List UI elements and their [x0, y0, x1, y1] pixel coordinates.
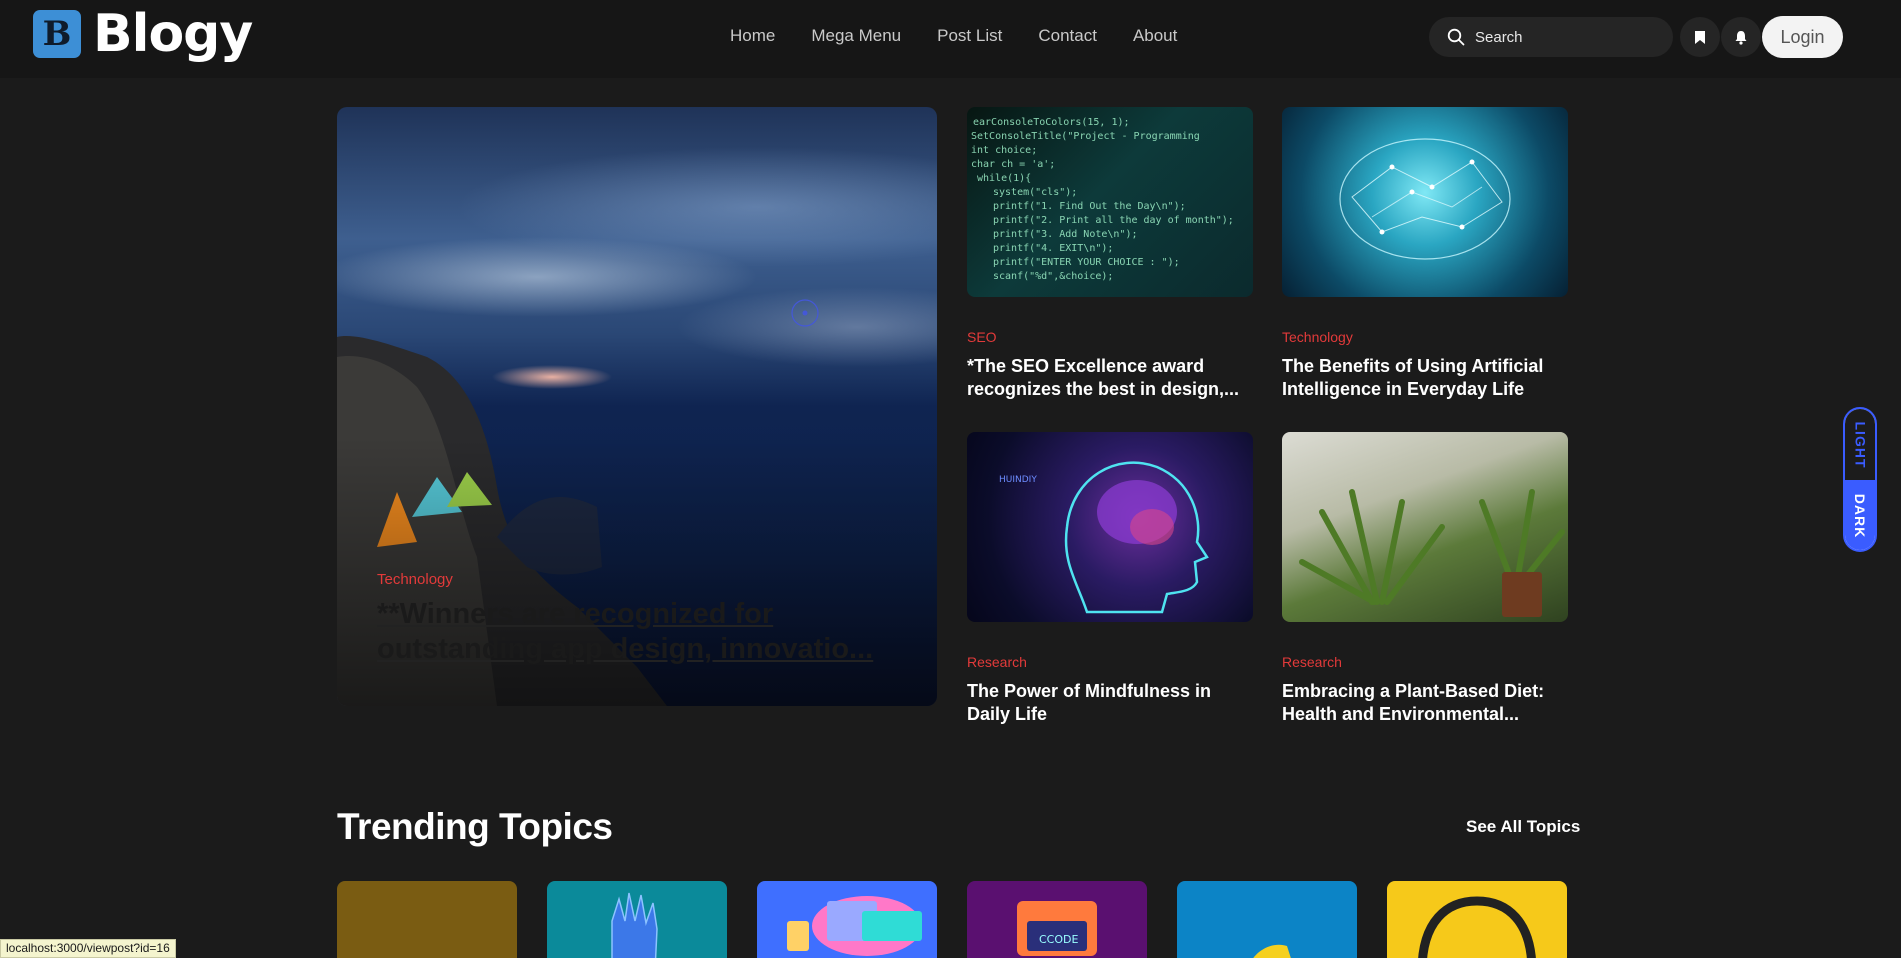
topic-image-lemon	[1177, 881, 1357, 958]
browser-status-url: localhost:3000/viewpost?id=16	[0, 939, 176, 958]
search-icon	[1447, 28, 1465, 46]
post-title[interactable]: *The SEO Excellence award recognizes the…	[967, 355, 1253, 401]
main-nav: Home Mega Menu Post List Contact About	[730, 26, 1177, 46]
topic-card[interactable]	[1387, 881, 1567, 958]
topic-image-code: CCODE	[967, 881, 1147, 958]
topic-image	[337, 881, 517, 958]
topic-image-headphones	[1387, 881, 1567, 958]
post-card[interactable]: earConsoleToColors(15, 1); SetConsoleTit…	[967, 107, 1253, 401]
svg-text:while(1){: while(1){	[977, 173, 1031, 184]
svg-text:earConsoleToColors(15, 1);: earConsoleToColors(15, 1);	[973, 117, 1130, 128]
topic-card[interactable]: CCODE	[967, 881, 1147, 958]
bookmark-button[interactable]	[1680, 17, 1720, 57]
nav-item-about[interactable]: About	[1133, 26, 1177, 46]
post-card[interactable]: Research Embracing a Plant-Based Diet: H…	[1282, 432, 1568, 726]
topic-image-hand	[547, 881, 727, 958]
post-card[interactable]: Technology The Benefits of Using Artific…	[1282, 107, 1568, 401]
post-category[interactable]: Technology	[1282, 329, 1568, 345]
nav-item-mega-menu[interactable]: Mega Menu	[811, 26, 901, 46]
hero-title-link[interactable]: **Winners are recognized for outstanding…	[377, 597, 897, 667]
theme-toggle[interactable]: LIGHT DARK	[1843, 407, 1877, 552]
logo-badge-icon: B	[33, 10, 81, 58]
login-button[interactable]: Login	[1762, 16, 1843, 58]
topic-card[interactable]	[337, 881, 517, 958]
svg-text:scanf("%d",&choice);: scanf("%d",&choice);	[993, 271, 1113, 282]
head-image-graphic: HUINDIY	[999, 461, 1209, 614]
post-category[interactable]: Research	[1282, 654, 1568, 670]
post-title[interactable]: The Benefits of Using Artificial Intelli…	[1282, 355, 1568, 401]
code-image-graphic: earConsoleToColors(15, 1); SetConsoleTit…	[971, 117, 1234, 282]
light-label: LIGHT	[1852, 421, 1868, 468]
post-category[interactable]: SEO	[967, 329, 1253, 345]
topic-card[interactable]	[1177, 881, 1357, 958]
see-all-topics-link[interactable]: See All Topics	[1466, 817, 1580, 837]
post-image-head[interactable]: HUINDIY	[967, 432, 1253, 622]
site-header: B Blogy Home Mega Menu Post List Contact…	[0, 0, 1901, 78]
topic-image-illustration	[757, 881, 937, 958]
hero-category[interactable]: Technology	[377, 571, 453, 588]
post-card[interactable]: HUINDIY Research The Power of Mindfulnes…	[967, 432, 1253, 726]
topic-card[interactable]	[547, 881, 727, 958]
search-box	[1429, 17, 1673, 57]
brand-name: Blogy	[93, 4, 253, 64]
post-category[interactable]: Research	[967, 654, 1253, 670]
svg-text:printf("4. EXIT\n");: printf("4. EXIT\n");	[993, 243, 1113, 254]
svg-text:char ch = 'a';: char ch = 'a';	[971, 159, 1055, 170]
nav-item-contact[interactable]: Contact	[1038, 26, 1097, 46]
notification-button[interactable]	[1721, 17, 1761, 57]
nav-item-post-list[interactable]: Post List	[937, 26, 1002, 46]
svg-text:printf("3. Add Note\n");: printf("3. Add Note\n");	[993, 229, 1138, 240]
svg-text:CCODE: CCODE	[1039, 933, 1078, 946]
post-image-brain[interactable]	[1282, 107, 1568, 297]
plant-image-graphic	[1299, 489, 1565, 617]
post-title[interactable]: Embracing a Plant-Based Diet: Health and…	[1282, 680, 1568, 726]
svg-text:int choice;: int choice;	[971, 145, 1037, 156]
logo-letter: B	[42, 14, 72, 54]
dark-mode-option[interactable]: DARK	[1845, 480, 1875, 550]
light-mode-option[interactable]: LIGHT	[1845, 409, 1875, 480]
svg-text:printf("ENTER YOUR CHOICE : "): printf("ENTER YOUR CHOICE : ");	[993, 257, 1180, 268]
search-input[interactable]	[1475, 28, 1645, 46]
brand-logo[interactable]: B Blogy	[33, 4, 253, 64]
bell-icon	[1735, 30, 1747, 45]
bookmark-icon	[1695, 30, 1705, 44]
dark-label: DARK	[1852, 493, 1869, 539]
svg-text:printf("1. Find Out the Day\n": printf("1. Find Out the Day\n");	[993, 201, 1186, 212]
topic-card[interactable]	[757, 881, 937, 958]
post-image-code[interactable]: earConsoleToColors(15, 1); SetConsoleTit…	[967, 107, 1253, 297]
post-title[interactable]: The Power of Mindfulness in Daily Life	[967, 680, 1253, 726]
post-image-plant[interactable]	[1282, 432, 1568, 622]
svg-text:SetConsoleTitle("Project - Pro: SetConsoleTitle("Project - Programming	[971, 131, 1200, 142]
svg-text:HUINDIY: HUINDIY	[999, 475, 1037, 485]
brain-image-graphic	[1339, 138, 1511, 260]
nav-item-home[interactable]: Home	[730, 26, 775, 46]
svg-text:printf("2. Print all the day o: printf("2. Print all the day of month");	[993, 215, 1234, 226]
svg-text:system("cls");: system("cls");	[993, 187, 1077, 198]
trending-topics-heading: Trending Topics	[337, 806, 613, 847]
featured-post[interactable]: Technology **Winners are recognized for …	[337, 107, 937, 706]
